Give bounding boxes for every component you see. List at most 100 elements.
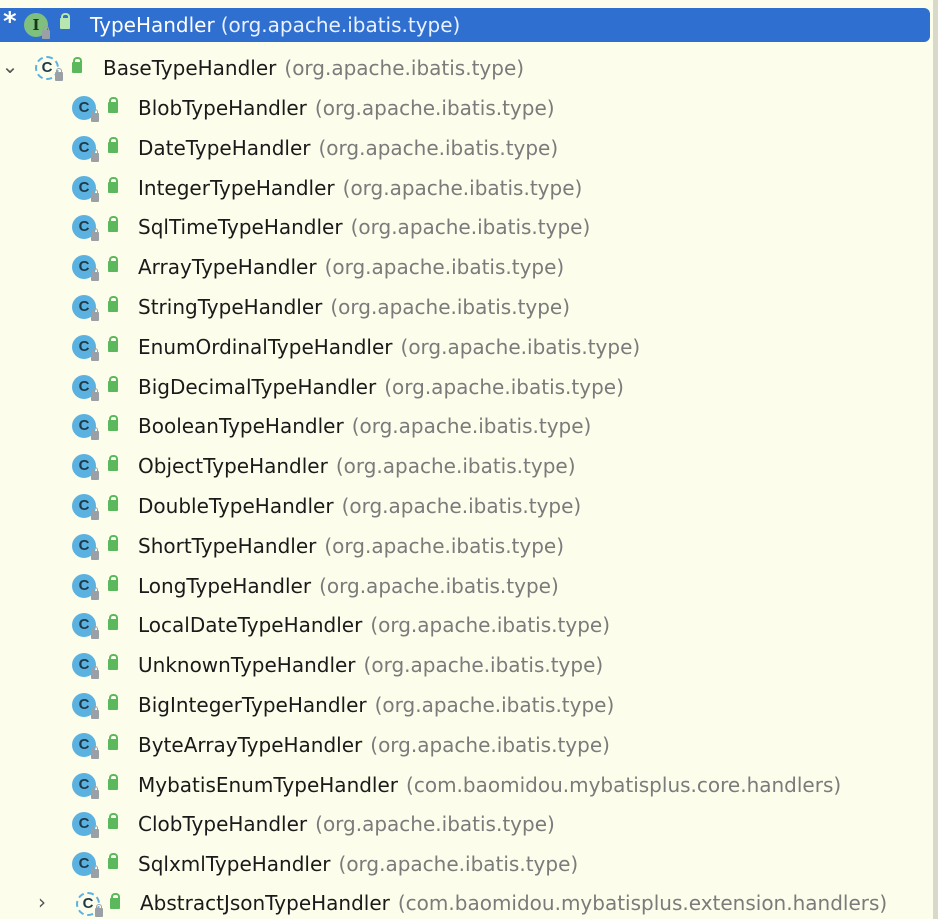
- class-name: BooleanTypeHandler: [138, 414, 344, 438]
- class-name: UnknownTypeHandler: [138, 653, 356, 677]
- lock-overlay-icon: [91, 666, 99, 679]
- package-name: (com.baomidou.mybatisplus.extension.hand…: [397, 891, 888, 915]
- lock-overlay-icon: [91, 825, 99, 838]
- tree-row-label: BigDecimalTypeHandler (org.apache.ibatis.…: [138, 375, 624, 399]
- tree-row-label: UnknownTypeHandler (org.apache.ibatis.typ…: [138, 653, 603, 677]
- public-access-icon: [108, 853, 118, 869]
- lock-overlay-icon: [91, 427, 99, 440]
- public-access-icon: [108, 535, 118, 551]
- public-access-icon: [108, 256, 118, 272]
- package-name: (org.apache.ibatis.type): [351, 414, 592, 438]
- lock-overlay-icon: [91, 706, 99, 719]
- package-name: (org.apache.ibatis.type): [324, 255, 565, 279]
- package-name: (org.apache.ibatis.type): [284, 56, 525, 80]
- tree-row-label: AbstractJsonTypeHandler (com.baomidou.myb…: [140, 891, 887, 915]
- public-access-icon: [108, 654, 118, 670]
- class-name: ObjectTypeHandler: [138, 454, 328, 478]
- package-name: (org.apache.ibatis.type): [338, 852, 579, 876]
- lock-overlay-icon: [91, 308, 99, 321]
- class-name: ByteArrayTypeHandler: [138, 733, 363, 757]
- tree-row-label: MybatisEnumTypeHandler (com.baomidou.myba…: [138, 773, 841, 797]
- chevron-down-icon[interactable]: ⌄: [0, 56, 20, 76]
- public-access-icon: [72, 57, 82, 73]
- class-name: LocalDateTypeHandler: [138, 613, 363, 637]
- current-marker: *: [2, 7, 18, 37]
- package-name: (org.apache.ibatis.type): [342, 176, 583, 200]
- class-name: MybatisEnumTypeHandler: [138, 773, 399, 797]
- class-name: AbstractJsonTypeHandler: [140, 891, 390, 915]
- tree-row-label: SqlxmlTypeHandler (org.apache.ibatis.type…: [138, 852, 578, 876]
- public-access-icon: [108, 415, 118, 431]
- class-name: ArrayTypeHandler: [138, 255, 317, 279]
- public-access-icon: [108, 813, 118, 829]
- lock-overlay-icon: [42, 26, 50, 39]
- chevron-right-icon[interactable]: ›: [32, 892, 52, 912]
- package-name: (org.apache.ibatis.type): [314, 96, 555, 120]
- tree-row-label: BooleanTypeHandler (org.apache.ibatis.typ…: [138, 414, 591, 438]
- public-access-icon: [110, 893, 120, 909]
- public-access-icon: [108, 614, 118, 630]
- class-name: EnumOrdinalTypeHandler: [138, 335, 393, 359]
- class-name: DoubleTypeHandler: [138, 494, 334, 518]
- tree-row-label: ShortTypeHandler (org.apache.ibatis.type): [138, 534, 564, 558]
- class-name: TypeHandler: [90, 13, 215, 37]
- package-name: (org.apache.ibatis.type): [335, 454, 576, 478]
- package-name: (org.apache.ibatis.type): [363, 653, 604, 677]
- package-name: (org.apache.ibatis.type): [384, 375, 624, 399]
- lock-overlay-icon: [91, 786, 99, 799]
- package-name: (org.apache.ibatis.type): [370, 613, 610, 637]
- tree-row-label: ByteArrayTypeHandler (org.apache.ibatis.t…: [138, 733, 610, 757]
- class-name: ClobTypeHandler: [138, 812, 308, 836]
- lock-overlay-icon: [55, 68, 63, 81]
- class-name: StringTypeHandler: [138, 295, 323, 319]
- tree-row-label: IntegerTypeHandler (org.apache.ibatis.typ…: [138, 176, 582, 200]
- lock-overlay-icon: [91, 626, 99, 639]
- package-name: (org.apache.ibatis.type): [350, 215, 591, 239]
- class-name: BaseTypeHandler: [103, 56, 277, 80]
- lock-overlay-icon: [91, 507, 99, 520]
- public-access-icon: [108, 774, 118, 790]
- lock-overlay-icon: [91, 189, 99, 202]
- tree-row-label: SqlTimeTypeHandler (org.apache.ibatis.typ…: [138, 215, 590, 239]
- package-name: (org.apache.ibatis.type): [400, 335, 641, 359]
- tree-row-label: BigIntegerTypeHandler (org.apache.ibatis.…: [138, 693, 614, 717]
- public-access-icon: [108, 495, 118, 511]
- package-name: (org.apache.ibatis.type): [319, 574, 559, 598]
- class-name: ShortTypeHandler: [138, 534, 317, 558]
- package-name: (org.apache.ibatis.type): [370, 733, 610, 757]
- class-name: BlobTypeHandler: [138, 96, 307, 120]
- public-access-icon: [108, 137, 118, 153]
- lock-overlay-icon: [91, 348, 99, 361]
- class-name: IntegerTypeHandler: [138, 176, 335, 200]
- public-access-icon: [108, 376, 118, 392]
- public-access-icon: [108, 455, 118, 471]
- public-access-icon: [108, 296, 118, 312]
- tree-row-label: TypeHandler (org.apache.ibatis.type): [90, 13, 460, 37]
- tree-row-label: ClobTypeHandler (org.apache.ibatis.type): [138, 812, 555, 836]
- package-name: (org.apache.ibatis.type): [318, 136, 559, 160]
- tree-row-label: StringTypeHandler (org.apache.ibatis.type…: [138, 295, 570, 319]
- lock-overlay-icon: [91, 268, 99, 281]
- package-name: (org.apache.ibatis.type): [220, 13, 461, 37]
- class-name: SqlxmlTypeHandler: [138, 852, 331, 876]
- tree-row-label: LocalDateTypeHandler (org.apache.ibatis.t…: [138, 613, 610, 637]
- class-name: LongTypeHandler: [138, 574, 312, 598]
- package-name: (com.baomidou.mybatisplus.core.handlers): [406, 773, 842, 797]
- package-name: (org.apache.ibatis.type): [330, 295, 571, 319]
- package-name: (org.apache.ibatis.type): [341, 494, 582, 518]
- tree-row-label: DoubleTypeHandler (org.apache.ibatis.type…: [138, 494, 581, 518]
- panel-edge: [933, 0, 938, 919]
- lock-overlay-icon: [91, 547, 99, 560]
- lock-overlay-icon: [91, 587, 99, 600]
- lock-overlay-icon: [91, 109, 99, 122]
- package-name: (org.apache.ibatis.type): [324, 534, 565, 558]
- lock-overlay-icon: [91, 388, 99, 401]
- class-name: DateTypeHandler: [138, 136, 311, 160]
- lock-overlay-icon: [91, 865, 99, 878]
- public-access-icon: [108, 97, 118, 113]
- tree-row-label: ObjectTypeHandler (org.apache.ibatis.type…: [138, 454, 576, 478]
- tree-row-label: LongTypeHandler (org.apache.ibatis.type): [138, 574, 559, 598]
- lock-overlay-icon: [91, 467, 99, 480]
- lock-overlay-icon: [95, 904, 103, 917]
- public-access-icon: [108, 694, 118, 710]
